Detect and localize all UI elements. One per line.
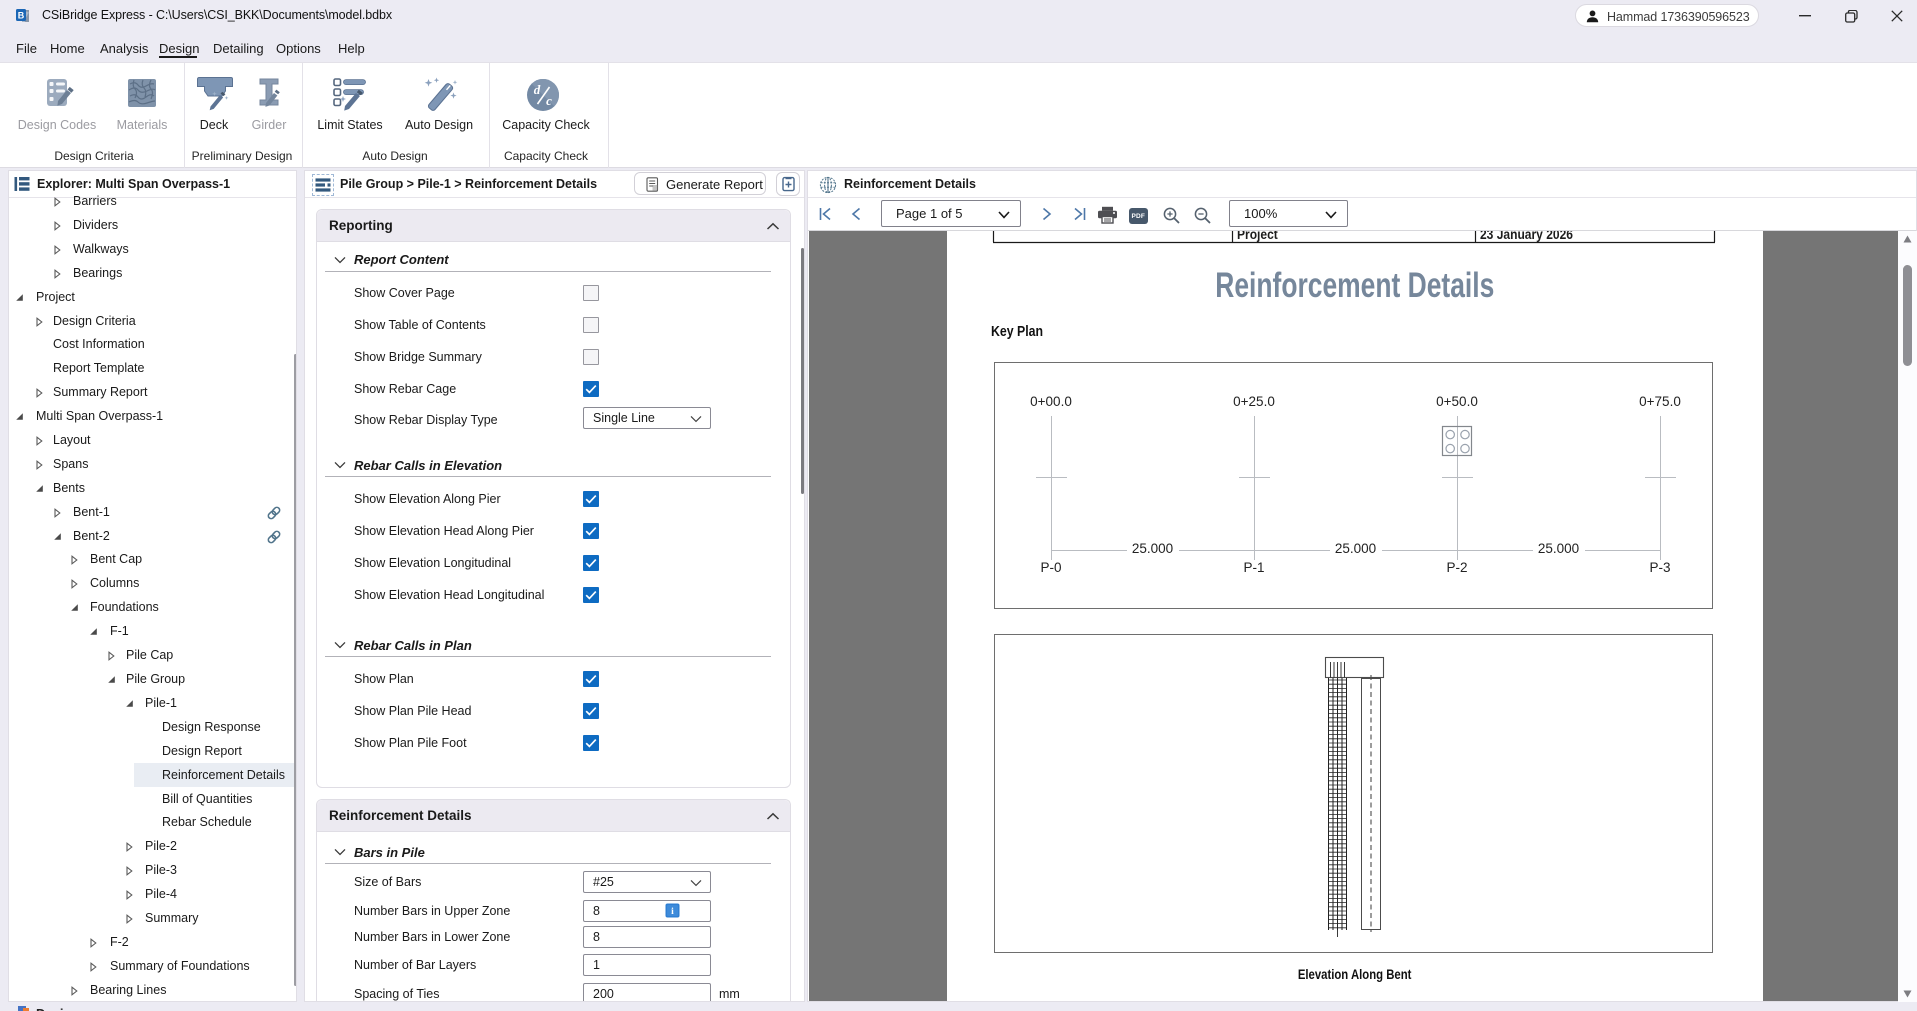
svg-text:25.000: 25.000 [1335,541,1376,556]
svg-text:P-3: P-3 [1649,560,1670,575]
svg-text:i: i [671,907,674,917]
svg-text:0+00.0: 0+00.0 [1030,394,1072,409]
svg-text:0+75.0: 0+75.0 [1639,394,1681,409]
svg-text:c: c [546,93,552,108]
svg-text:d: d [534,82,541,97]
svg-text:P-0: P-0 [1040,560,1061,575]
svg-text:0+50.0: 0+50.0 [1436,394,1478,409]
svg-text:P-2: P-2 [1446,560,1467,575]
svg-text:P-1: P-1 [1243,560,1264,575]
svg-text:25.000: 25.000 [1132,541,1173,556]
svg-text:25.000: 25.000 [1538,541,1579,556]
svg-text:0+25.0: 0+25.0 [1233,394,1275,409]
svg-text:Project: Project [1237,231,1278,242]
svg-text:23 January 2026: 23 January 2026 [1480,231,1573,242]
svg-text:B: B [18,11,25,21]
